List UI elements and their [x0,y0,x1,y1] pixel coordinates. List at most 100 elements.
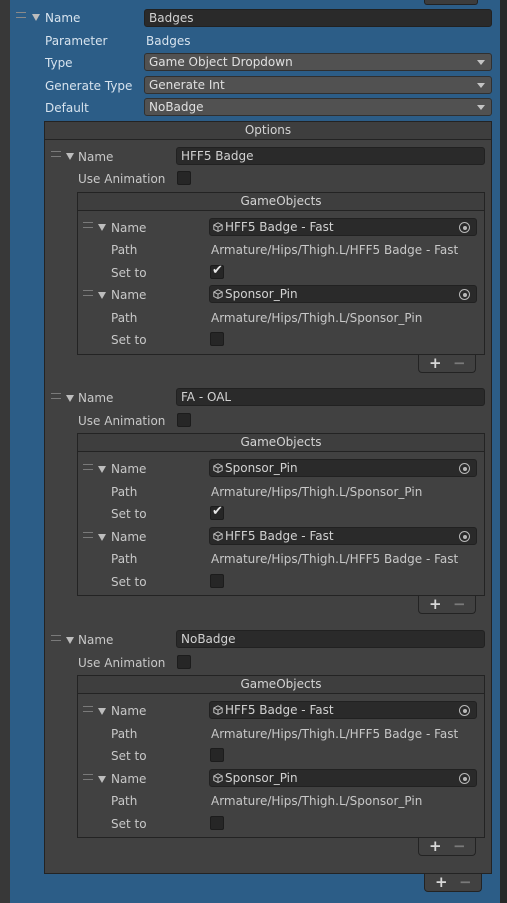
cube-icon [213,289,223,299]
options-footer: + − [424,874,482,892]
path-value: Armature/Hips/Thigh.L/HFF5 Badge - Fast [211,727,459,741]
path-label: Path [111,243,138,257]
type-value: Game Object Dropdown [149,55,293,69]
set-to-checkbox[interactable] [210,574,224,588]
object-picker-icon[interactable] [459,531,470,542]
foldout-arrow-icon[interactable] [98,292,106,299]
object-field[interactable]: Sponsor_Pin [209,285,477,303]
foldout-arrow-icon[interactable] [66,395,74,402]
set-to-label: Set to [111,266,147,280]
foldout-arrow-icon[interactable] [66,637,74,644]
foldout-arrow-icon[interactable] [98,534,106,541]
option-name-field[interactable]: FA - OAL [176,388,485,406]
entry-name-label: Name [111,704,147,718]
path-value: Armature/Hips/Thigh.L/Sponsor_Pin [211,311,423,325]
gameobjects-remove-button[interactable]: − [453,596,466,612]
object-picker-icon[interactable] [459,222,470,233]
use-animation-checkbox[interactable] [177,655,191,669]
object-picker-icon[interactable] [459,773,470,784]
default-value: NoBadge [149,100,204,114]
path-label: Path [111,485,138,499]
use-animation-checkbox[interactable] [177,171,191,185]
gameobjects-remove-button[interactable]: − [453,355,466,371]
object-field[interactable]: HFF5 Badge - Fast [209,701,477,719]
object-field[interactable]: Sponsor_Pin [209,769,477,787]
drag-handle-icon[interactable] [83,774,93,780]
drag-handle-icon[interactable] [83,222,93,228]
foldout-arrow-icon[interactable] [98,224,106,231]
path-label: Path [111,552,138,566]
generate-type-value: Generate Int [149,78,225,92]
gameobjects-footer: + − [418,838,476,856]
path-label: Path [111,311,138,325]
gameobjects-add-button[interactable]: + [429,838,442,854]
use-animation-label: Use Animation [78,656,166,670]
option-name-field[interactable]: NoBadge [176,630,485,648]
parameter-label: Parameter [45,34,108,48]
set-to-checkbox[interactable]: ✔ [210,263,224,279]
drag-handle-icon[interactable] [51,393,61,399]
path-label: Path [111,727,138,741]
drag-handle-icon[interactable] [83,464,93,470]
top-footer-stub [424,0,478,5]
object-field-value: HFF5 Badge - Fast [225,703,334,717]
drag-handle-icon[interactable] [51,635,61,641]
entry-name-label: Name [111,772,147,786]
use-animation-checkbox[interactable] [177,413,191,427]
object-field-value: HFF5 Badge - Fast [225,220,334,234]
default-label: Default [45,101,89,115]
path-value: Armature/Hips/Thigh.L/HFF5 Badge - Fast [211,243,459,257]
object-picker-icon[interactable] [459,463,470,474]
type-dropdown[interactable]: Game Object Dropdown [144,53,492,71]
path-value: Armature/Hips/Thigh.L/HFF5 Badge - Fast [211,552,459,566]
object-picker-icon[interactable] [459,289,470,300]
gameobjects-remove-button[interactable]: − [453,838,466,854]
set-to-checkbox[interactable] [210,816,224,830]
set-to-checkbox[interactable] [210,748,224,762]
set-to-label: Set to [111,817,147,831]
generate-type-label: Generate Type [45,79,133,93]
generate-type-dropdown[interactable]: Generate Int [144,76,492,94]
set-to-label: Set to [111,575,147,589]
object-field-value: HFF5 Badge - Fast [225,529,334,543]
foldout-arrow-icon[interactable] [98,776,106,783]
cube-icon [213,463,223,473]
path-value: Armature/Hips/Thigh.L/Sponsor_Pin [211,794,423,808]
gameobjects-add-button[interactable]: + [429,355,442,371]
type-label: Type [45,56,73,70]
set-to-checkbox[interactable]: ✔ [210,504,224,520]
object-field[interactable]: HFF5 Badge - Fast [209,527,477,545]
drag-handle-icon[interactable] [16,12,26,18]
foldout-arrow-icon[interactable] [98,708,106,715]
gameobjects-add-button[interactable]: + [429,596,442,612]
foldout-arrow-icon[interactable] [32,14,40,21]
gameobjects-header: GameObjects [77,675,485,694]
set-to-label: Set to [111,333,147,347]
name-field[interactable]: Badges [144,9,492,27]
object-field[interactable]: HFF5 Badge - Fast [209,218,477,236]
drag-handle-icon[interactable] [83,532,93,538]
use-animation-label: Use Animation [78,172,166,186]
options-remove-button[interactable]: − [459,874,472,890]
set-to-checkbox[interactable] [210,332,224,346]
object-field[interactable]: Sponsor_Pin [209,459,477,477]
option-name-field[interactable]: HFF5 Badge [176,147,485,165]
gameobjects-footer: + − [418,596,476,614]
cube-icon [213,773,223,783]
checkmark-icon: ✔ [212,263,223,278]
options-add-button[interactable]: + [435,874,448,890]
object-picker-icon[interactable] [459,705,470,716]
entry-name-label: Name [111,221,147,235]
default-dropdown[interactable]: NoBadge [144,98,492,116]
entry-name-label: Name [111,530,147,544]
foldout-arrow-icon[interactable] [98,466,106,473]
drag-handle-icon[interactable] [83,706,93,712]
chevron-down-icon [477,105,485,110]
object-field-value: Sponsor_Pin [225,287,298,301]
object-field-value: Sponsor_Pin [225,461,298,475]
parameter-value: Badges [146,34,191,48]
left-gutter [0,0,10,903]
drag-handle-icon[interactable] [51,151,61,157]
drag-handle-icon[interactable] [83,290,93,296]
foldout-arrow-icon[interactable] [66,153,74,160]
